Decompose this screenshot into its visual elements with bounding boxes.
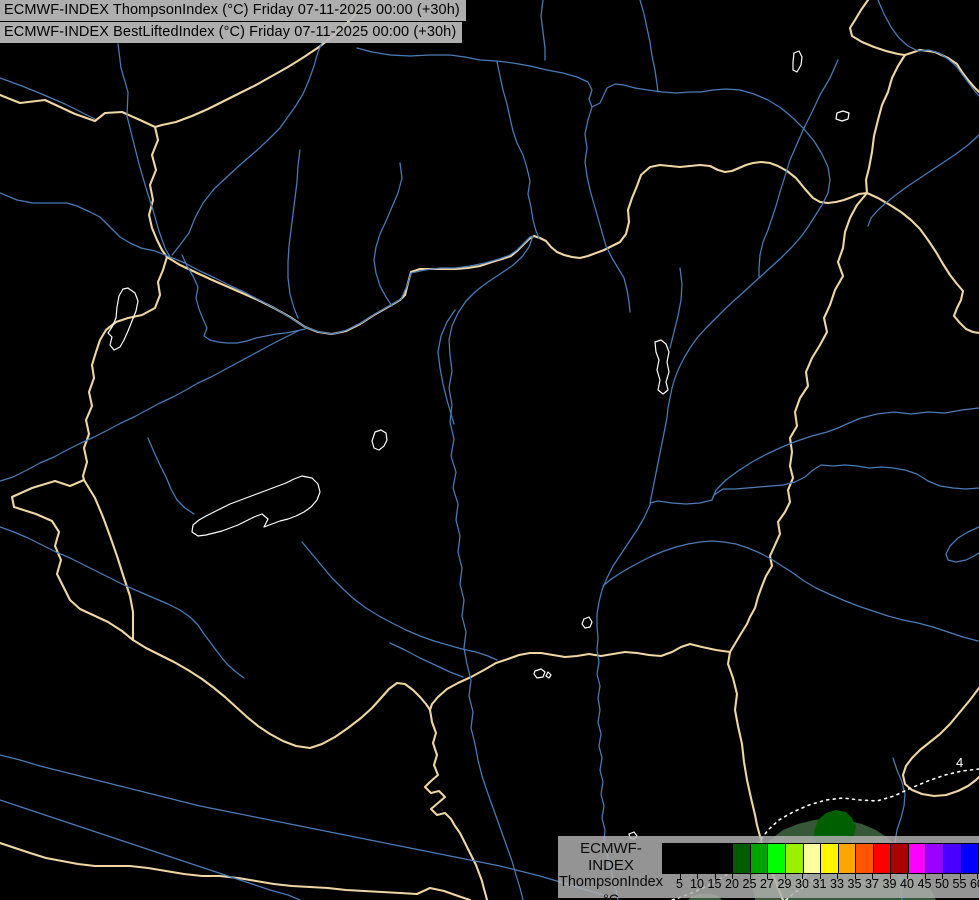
legend-tick-label: 60 [964, 878, 979, 891]
legend-parameter-label: ThompsonIndex [558, 874, 664, 891]
legend-color-bin [855, 844, 873, 873]
legend-color-bin [820, 844, 838, 873]
contour-label-4: 4 [956, 755, 963, 770]
river [374, 163, 402, 306]
legend-color-bin [803, 844, 821, 873]
legend-caption: ECMWF-INDEX ThompsonIndex °C [558, 840, 664, 900]
river [603, 541, 978, 641]
lake-outline [836, 111, 849, 121]
country-border [133, 640, 430, 748]
title-line-1: ECMWF-INDEX ThompsonIndex (°C) Friday 07… [0, 0, 466, 21]
rivers-layer [0, 0, 979, 900]
river [670, 268, 682, 348]
lake-outline [546, 672, 551, 678]
country-border [0, 843, 470, 900]
legend-color-bin [732, 844, 750, 873]
river [523, 155, 539, 238]
country-border [905, 50, 979, 92]
legend-color-bin [925, 844, 943, 873]
river [172, 40, 323, 255]
legend-color-bin [663, 844, 680, 873]
country-border [866, 55, 905, 193]
river [0, 193, 533, 900]
lake-outline [655, 340, 669, 394]
country-borders-layer [0, 0, 979, 900]
country-border [903, 688, 979, 796]
river [288, 150, 300, 318]
river [302, 542, 497, 660]
country-border [425, 710, 487, 900]
legend-color-bin [890, 844, 908, 873]
legend-color-bin [750, 844, 768, 873]
country-border [850, 0, 905, 55]
river [946, 527, 979, 562]
river [585, 107, 630, 312]
weather-map-screen: 42 ECMWF-INDEX ThompsonIndex (°C) Friday… [0, 0, 979, 900]
legend-panel: ECMWF-INDEX ThompsonIndex °C 51015202527… [558, 836, 979, 898]
river [0, 800, 300, 900]
weather-map-canvas: 42 [0, 0, 979, 900]
river [712, 465, 979, 500]
river [759, 60, 838, 278]
country-border [0, 95, 155, 127]
legend-color-bin [767, 844, 785, 873]
country-border [867, 193, 979, 333]
river [497, 62, 523, 155]
river [182, 255, 305, 343]
river [878, 0, 979, 96]
river [640, 0, 658, 92]
river [438, 310, 455, 424]
lake-outline [372, 430, 387, 450]
river [148, 438, 194, 514]
country-border [149, 127, 167, 257]
lake-outline [793, 51, 802, 72]
river [868, 135, 979, 226]
river [650, 408, 979, 504]
country-border [730, 193, 867, 652]
legend-color-bin [697, 844, 715, 873]
titlebar: ECMWF-INDEX ThompsonIndex (°C) Friday 07… [0, 0, 466, 44]
river [0, 78, 95, 119]
legend-color-bin [961, 844, 979, 873]
river [541, 0, 545, 60]
river [0, 330, 300, 481]
river [118, 44, 170, 257]
country-border [12, 480, 133, 640]
legend-color-bin [908, 844, 926, 873]
lake-outline [582, 617, 592, 628]
country-border [83, 257, 167, 480]
legend-colorbar [662, 843, 979, 874]
river [390, 643, 463, 677]
legend-color-bin [785, 844, 803, 873]
legend-color-bin [943, 844, 961, 873]
lake-outline [534, 669, 545, 678]
river [0, 755, 610, 897]
legend-color-bin [873, 844, 891, 873]
title-line-2: ECMWF-INDEX BestLiftedIndex (°C) Friday … [0, 22, 462, 43]
legend-color-bin [715, 844, 733, 873]
legend-unit-label: °C [558, 891, 664, 900]
lake-outline [192, 476, 320, 536]
country-border [430, 644, 730, 710]
river [0, 527, 244, 678]
legend-product-label: ECMWF-INDEX [558, 840, 664, 874]
country-border [84, 480, 133, 640]
legend-color-bin [838, 844, 856, 873]
legend-color-bin [680, 844, 698, 873]
